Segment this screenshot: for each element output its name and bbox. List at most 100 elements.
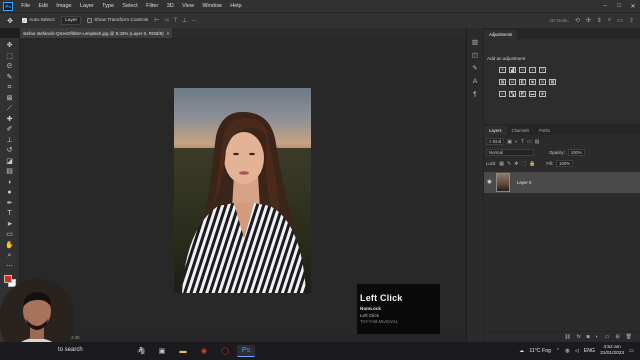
menu-file[interactable]: File — [17, 0, 34, 12]
move-tool-icon[interactable]: ✥ — [4, 16, 16, 26]
layer-style-icon[interactable]: fx — [577, 334, 581, 340]
menu-view[interactable]: View — [178, 0, 198, 12]
crop-tool-icon[interactable]: ⌗ — [4, 83, 16, 93]
layer-row[interactable]: ◉ Layer 0 — [484, 172, 640, 193]
curves-icon[interactable]: ∿ — [519, 67, 526, 73]
3d-slide-icon[interactable]: ⇕ — [597, 17, 602, 24]
clock[interactable]: 4:52 am 31/01/2023 — [600, 345, 624, 357]
eraser-tool-icon[interactable]: ◪ — [4, 157, 16, 167]
link-layers-icon[interactable]: ⛓ — [564, 334, 570, 340]
menu-layer[interactable]: Layer — [76, 0, 98, 12]
chrome-icon[interactable]: ◉ — [195, 345, 213, 357]
exposure-icon[interactable]: ± — [529, 67, 536, 73]
type-filter-icon[interactable]: T — [521, 139, 524, 145]
hue-saturation-icon[interactable]: ▦ — [499, 79, 506, 85]
weather-text[interactable]: 11°C Fog — [529, 348, 551, 354]
visibility-eye-icon[interactable]: ◉ — [487, 179, 492, 185]
lock-all-icon[interactable]: 🔒 — [529, 161, 535, 167]
delete-layer-icon[interactable]: 🗑 — [626, 334, 632, 340]
tab-paths[interactable]: Paths — [534, 126, 555, 135]
maximize-button[interactable]: □ — [612, 3, 626, 10]
menu-window[interactable]: Window — [198, 0, 226, 12]
clone-stamp-tool-icon[interactable]: ⊥ — [4, 136, 16, 146]
minimize-button[interactable]: – — [598, 3, 612, 10]
blend-mode-dropdown[interactable]: Normal — [486, 149, 534, 156]
quick-selection-tool-icon[interactable]: ✎ — [4, 73, 16, 83]
tab-close-icon[interactable]: × — [167, 31, 170, 36]
path-selection-tool-icon[interactable]: ➤ — [4, 220, 16, 230]
healing-brush-tool-icon[interactable]: ✚ — [4, 115, 16, 125]
network-icon[interactable]: ◍ — [565, 348, 570, 354]
new-group-icon[interactable]: ▭ — [605, 334, 610, 340]
workspace-icon[interactable]: ▭ — [617, 17, 623, 24]
taskbar-search-label[interactable]: to search — [58, 347, 83, 353]
auto-select-dropdown[interactable]: Layer — [61, 16, 82, 25]
document-tab[interactable]: stefan-stefancik-QXevDflbl8A-unsplash.jp… — [20, 28, 173, 38]
3d-pan-icon[interactable]: ✣ — [586, 17, 591, 24]
language-indicator[interactable]: ENG — [584, 348, 595, 354]
notification-icon[interactable]: ▭ — [629, 348, 634, 354]
close-window-button[interactable]: ✕ — [626, 3, 640, 10]
align-top-icon[interactable]: ⊤ — [173, 17, 178, 24]
more-options-icon[interactable]: … — [191, 17, 197, 24]
pen-tool-icon[interactable]: ✒ — [4, 199, 16, 209]
lasso-tool-icon[interactable]: ᘓ — [4, 62, 16, 72]
more-tools-icon[interactable]: ⋯ — [4, 262, 16, 272]
lock-transparent-icon[interactable]: ▦ — [499, 161, 504, 167]
fill-input[interactable]: 100% — [556, 160, 574, 167]
photoshop-taskbar-icon[interactable]: Ps — [237, 345, 255, 357]
properties-panel-icon[interactable]: ◫ — [470, 51, 480, 61]
photo-filter-icon[interactable]: ◉ — [529, 79, 536, 85]
add-mask-icon[interactable]: ◙ — [587, 334, 590, 340]
history-brush-tool-icon[interactable]: ↺ — [4, 146, 16, 156]
selective-color-icon[interactable]: ◈ — [539, 91, 546, 97]
color-lookup-icon[interactable]: ▩ — [549, 79, 556, 85]
volume-icon[interactable]: ◁ — [575, 348, 579, 354]
show-transform-checkbox[interactable]: Show Transform Controls — [87, 18, 148, 23]
blur-tool-icon[interactable]: ◖ — [4, 178, 16, 188]
move-tool-icon[interactable]: ✥ — [4, 41, 16, 51]
menu-select[interactable]: Select — [118, 0, 142, 12]
tab-layers[interactable]: Layers — [484, 126, 507, 135]
layer-name[interactable]: Layer 0 — [517, 180, 531, 185]
task-view-icon[interactable]: ▣ — [153, 345, 171, 357]
foreground-color-swatch[interactable] — [3, 275, 12, 283]
new-adjustment-icon[interactable]: ◐ — [596, 334, 599, 340]
lock-image-icon[interactable]: ✎ — [507, 161, 511, 167]
menu-type[interactable]: Type — [98, 0, 118, 12]
align-middle-icon[interactable]: ⊥ — [182, 17, 187, 24]
vibrance-icon[interactable]: ▽ — [539, 67, 546, 73]
pixel-filter-icon[interactable]: ▣ — [507, 139, 512, 145]
paragraph-panel-icon[interactable]: ¶ — [470, 90, 480, 100]
menu-edit[interactable]: Edit — [34, 0, 52, 12]
type-tool-icon[interactable]: T — [4, 209, 16, 219]
menu-3d[interactable]: 3D — [163, 0, 178, 12]
hand-tool-icon[interactable]: ✋ — [4, 241, 16, 251]
posterize-icon[interactable]: ▚ — [509, 91, 516, 97]
levels-icon[interactable]: ▟ — [509, 67, 516, 73]
invert-icon[interactable]: ◐ — [499, 91, 506, 97]
adjustment-filter-icon[interactable]: ◐ — [515, 139, 518, 145]
opacity-input[interactable]: 100% — [567, 149, 585, 156]
frame-tool-icon[interactable]: ⊠ — [4, 94, 16, 104]
search-icon[interactable]: ⌕ — [608, 17, 611, 24]
character-panel-icon[interactable]: A — [470, 77, 480, 87]
auto-select-checkbox[interactable]: ✓ Auto-Select: — [22, 18, 55, 23]
rectangle-tool-icon[interactable]: ▭ — [4, 230, 16, 240]
shape-filter-icon[interactable]: ▭ — [527, 139, 532, 145]
brush-settings-icon[interactable]: ✎ — [470, 64, 480, 74]
tab-adjustments[interactable]: Adjustments — [484, 30, 518, 39]
document-photo[interactable] — [174, 88, 311, 293]
align-left-icon[interactable]: ⊢ — [154, 17, 159, 24]
black-white-icon[interactable]: ◧ — [519, 79, 526, 85]
opera-icon[interactable]: ◯ — [216, 345, 234, 357]
dodge-tool-icon[interactable]: ● — [4, 188, 16, 198]
brightness-contrast-icon[interactable]: ☀ — [499, 67, 506, 73]
history-panel-icon[interactable]: ▥ — [470, 38, 480, 48]
brush-tool-icon[interactable]: ✐ — [4, 125, 16, 135]
share-icon[interactable]: ⇪ — [629, 17, 634, 24]
artboard-tool-icon[interactable]: ⬚ — [4, 52, 16, 62]
menu-help[interactable]: Help — [226, 0, 246, 12]
gradient-map-icon[interactable]: ▬ — [529, 91, 536, 97]
gradient-tool-icon[interactable]: ▤ — [4, 167, 16, 177]
